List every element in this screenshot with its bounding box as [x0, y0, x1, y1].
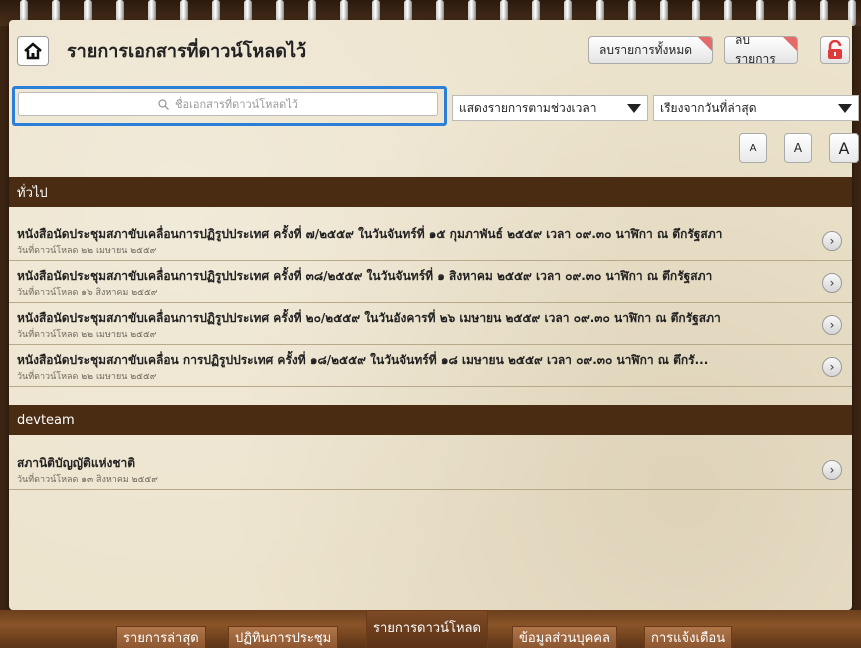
download-date: วันที่ดาวน์โหลด ๒๒ เมษายน ๒๕๕๙ — [17, 330, 157, 340]
bottom-nav-bar: รายการล่าสุด ปฏิทินการประชุม รายการดาวน์… — [0, 610, 861, 648]
font-medium-label: A — [793, 141, 803, 155]
home-icon — [24, 42, 42, 60]
nav-calendar-label: ปฏิทินการประชุม — [235, 631, 332, 646]
delete-all-button[interactable]: ลบรายการทั้งหมด — [588, 36, 713, 64]
section-header-general: ทั่วไป — [9, 177, 852, 207]
delete-all-corner — [698, 37, 712, 51]
delete-all-label: ลบรายการทั้งหมด — [599, 42, 693, 57]
section-label: ทั่วไป — [17, 185, 48, 201]
chevron-right-icon[interactable]: › — [822, 460, 842, 480]
chevron-right-icon[interactable]: › — [822, 231, 842, 251]
delete-label: ลบรายการ — [735, 36, 776, 64]
delete-corner — [783, 37, 797, 51]
list-item[interactable]: หนังสือนัดประชุมสภาขับเคลื่อนการปฏิรูปปร… — [9, 261, 852, 303]
home-button[interactable] — [17, 36, 49, 66]
search-icon — [158, 98, 169, 110]
section-header-devteam: devteam — [9, 405, 852, 435]
font-small-label: A — [749, 142, 757, 154]
download-date: วันที่ดาวน์โหลด ๒๒ เมษายน ๒๕๕๙ — [17, 372, 157, 382]
nav-downloads-label: รายการดาวน์โหลด — [373, 621, 481, 636]
font-large-label: A — [838, 138, 850, 158]
font-medium-button[interactable]: A — [784, 133, 812, 163]
sort-select[interactable]: เรียงจากวันที่ล่าสุด — [653, 95, 859, 121]
font-large-button[interactable]: A — [829, 133, 859, 163]
document-title: หนังสือนัดประชุมสภาขับเคลื่อนการปฏิรูปปร… — [17, 227, 723, 241]
download-date: วันที่ดาวน์โหลด ๑๖ สิงหาคม ๒๕๕๙ — [17, 288, 158, 298]
list-item[interactable]: สภานิติบัญญัติแห่งชาติ วันที่ดาวน์โหลด ๑… — [9, 448, 852, 490]
list-item[interactable]: หนังสือนัดประชุมสภาขับเคลื่อนการปฏิรูปปร… — [9, 219, 852, 261]
search-placeholder: ชื่อเอกสารที่ดาวน์โหลดไว้ — [175, 98, 298, 111]
document-title: หนังสือนัดประชุมสภาขับเคลื่อนการปฏิรูปปร… — [17, 311, 721, 325]
nav-calendar[interactable]: ปฏิทินการประชุม — [228, 626, 339, 648]
chevron-right-icon[interactable]: › — [822, 315, 842, 335]
nav-notifications-label: การแจ้งเตือน — [651, 631, 726, 646]
nav-notifications[interactable]: การแจ้งเตือน — [644, 626, 733, 648]
chevron-down-icon — [838, 103, 852, 113]
download-date: วันที่ดาวน์โหลด ๒๒ เมษายน ๒๕๕๙ — [17, 246, 157, 256]
list-item[interactable]: หนังสือนัดประชุมสภาขับเคลื่อนการปฏิรูปปร… — [9, 303, 852, 345]
time-range-value: แสดงรายการตามช่วงเวลา — [459, 100, 597, 115]
download-date: วันที่ดาวน์โหลด ๑๓ สิงหาคม ๒๕๕๙ — [17, 475, 158, 485]
page-title: รายการเอกสารที่ดาวน์โหลดไว้ — [67, 41, 307, 62]
chevron-right-icon[interactable]: › — [822, 273, 842, 293]
nav-recent-label: รายการล่าสุด — [123, 631, 199, 646]
list-item[interactable]: หนังสือนัดประชุมสภาขับเคลื่อน การปฏิรูปป… — [9, 345, 852, 387]
nav-downloads[interactable]: รายการดาวน์โหลด — [366, 610, 488, 648]
delete-button[interactable]: ลบรายการ — [724, 36, 798, 64]
nav-profile[interactable]: ข้อมูลส่วนบุคคล — [512, 626, 617, 648]
nav-recent[interactable]: รายการล่าสุด — [116, 626, 206, 648]
search-input[interactable]: ชื่อเอกสารที่ดาวน์โหลดไว้ — [18, 92, 438, 116]
lock-icon — [828, 40, 842, 59]
font-small-button[interactable]: A — [739, 133, 767, 163]
chevron-down-icon — [627, 103, 641, 113]
section-label: devteam — [17, 412, 75, 428]
nav-profile-label: ข้อมูลส่วนบุคคล — [519, 631, 610, 646]
lock-button[interactable] — [820, 36, 850, 64]
document-title: หนังสือนัดประชุมสภาขับเคลื่อน การปฏิรูปป… — [17, 353, 709, 367]
time-range-select[interactable]: แสดงรายการตามช่วงเวลา — [452, 95, 648, 121]
chevron-right-icon[interactable]: › — [822, 357, 842, 377]
document-title: สภานิติบัญญัติแห่งชาติ — [17, 456, 136, 470]
document-title: หนังสือนัดประชุมสภาขับเคลื่อนการปฏิรูปปร… — [17, 269, 713, 283]
sort-value: เรียงจากวันที่ล่าสุด — [660, 100, 757, 115]
header-bar: รายการเอกสารที่ดาวน์โหลดไว้ ลบรายการทั้ง… — [0, 30, 850, 66]
